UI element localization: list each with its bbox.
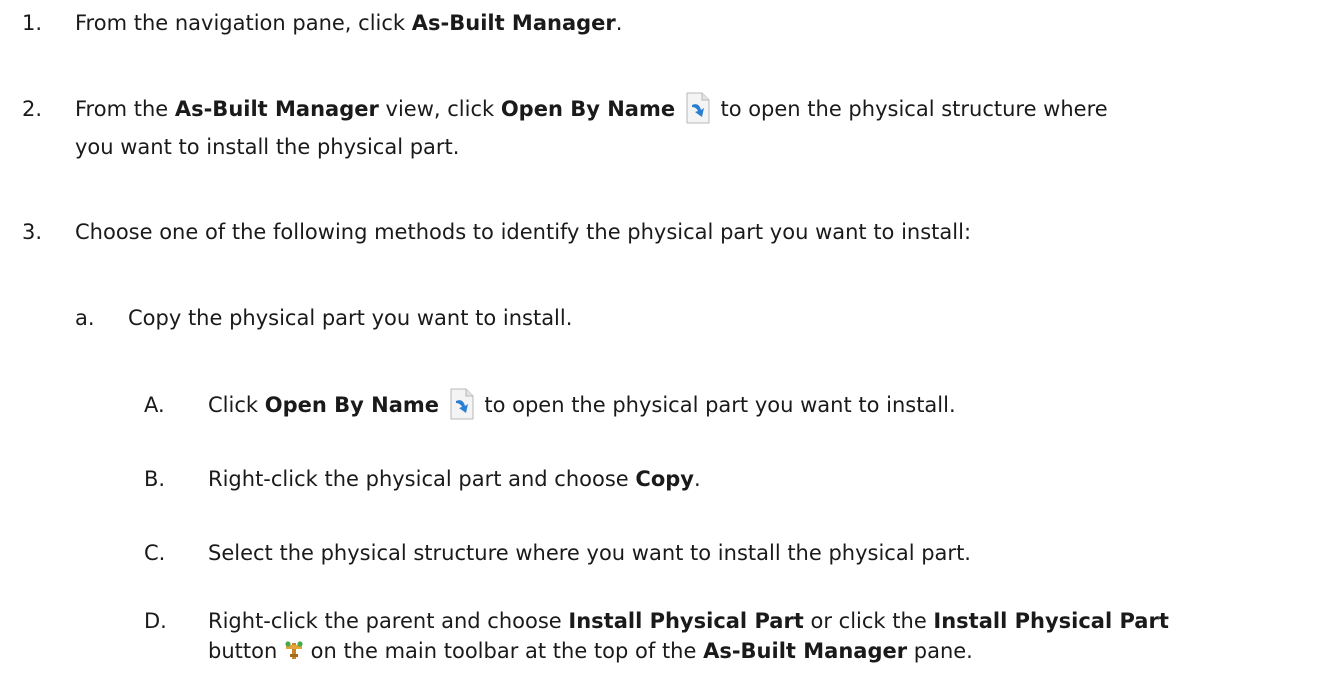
step-B-number: B. — [144, 467, 166, 491]
step-D-text-part: button — [208, 639, 284, 663]
open-by-name-term: Open By Name — [264, 393, 439, 417]
step-1-text: From the navigation pane, click As-Built… — [75, 4, 622, 42]
open-by-name-term: Open By Name — [500, 97, 676, 121]
open-by-name-icon — [682, 91, 714, 125]
step-1-number: 1. — [22, 11, 43, 35]
step-D-text-part: Right-click the parent and choose — [208, 609, 569, 633]
step-a-number: a. — [75, 306, 95, 330]
step-1-text-end: . — [615, 11, 623, 35]
step-A-text-part: to open the physical part you want to in… — [477, 393, 956, 417]
document-page: { "steps": { "s1": { "num": "1.", "p1": … — [0, 0, 1327, 680]
step-B-text-end: . — [693, 467, 701, 491]
step-A-text: Click Open By Name to open the physical … — [208, 386, 956, 424]
step-D-text-part: on the main toolbar at the top of the — [303, 639, 704, 663]
install-physical-part-term: Install Physical Part — [933, 609, 1169, 633]
step-D-number: D. — [144, 609, 167, 633]
step-3-number: 3. — [22, 220, 43, 244]
open-by-name-icon — [446, 387, 478, 421]
step-2-text-part: view, click — [378, 97, 501, 121]
step-C-text: Select the physical structure where you … — [208, 541, 971, 565]
step-2-text: From the As-Built Manager view, click Op… — [75, 90, 1108, 128]
step-C-number: C. — [144, 541, 166, 565]
step-A-number: A. — [144, 393, 165, 417]
step-D-text: Right-click the parent and choose Instal… — [208, 606, 1169, 636]
step-1-text-part: From the navigation pane, click — [75, 11, 412, 35]
install-physical-part-icon — [284, 640, 304, 660]
step-B-text-part: Right-click the physical part and choose — [208, 467, 636, 491]
step-D-text-part: or click the — [803, 609, 934, 633]
step-B-text: Right-click the physical part and choose… — [208, 460, 701, 498]
step-A-text-part: Click — [208, 393, 265, 417]
step-a-text: Copy the physical part you want to insta… — [128, 306, 573, 330]
step-D-text-line2: button on the main toolbar at the top of… — [208, 636, 973, 666]
copy-term: Copy — [635, 467, 694, 491]
install-physical-part-term: Install Physical Part — [568, 609, 804, 633]
as-built-manager-term: As-Built Manager — [174, 97, 379, 121]
step-2-number: 2. — [22, 97, 43, 121]
step-D-text-end: pane. — [907, 639, 973, 663]
as-built-manager-term: As-Built Manager — [703, 639, 908, 663]
step-2-text-part: From the — [75, 97, 175, 121]
step-2-text-line2: you want to install the physical part. — [75, 135, 460, 159]
step-2-text-part: to open the physical structure where — [713, 97, 1108, 121]
step-3-text: Choose one of the following methods to i… — [75, 220, 972, 244]
as-built-manager-term: As-Built Manager — [411, 11, 616, 35]
